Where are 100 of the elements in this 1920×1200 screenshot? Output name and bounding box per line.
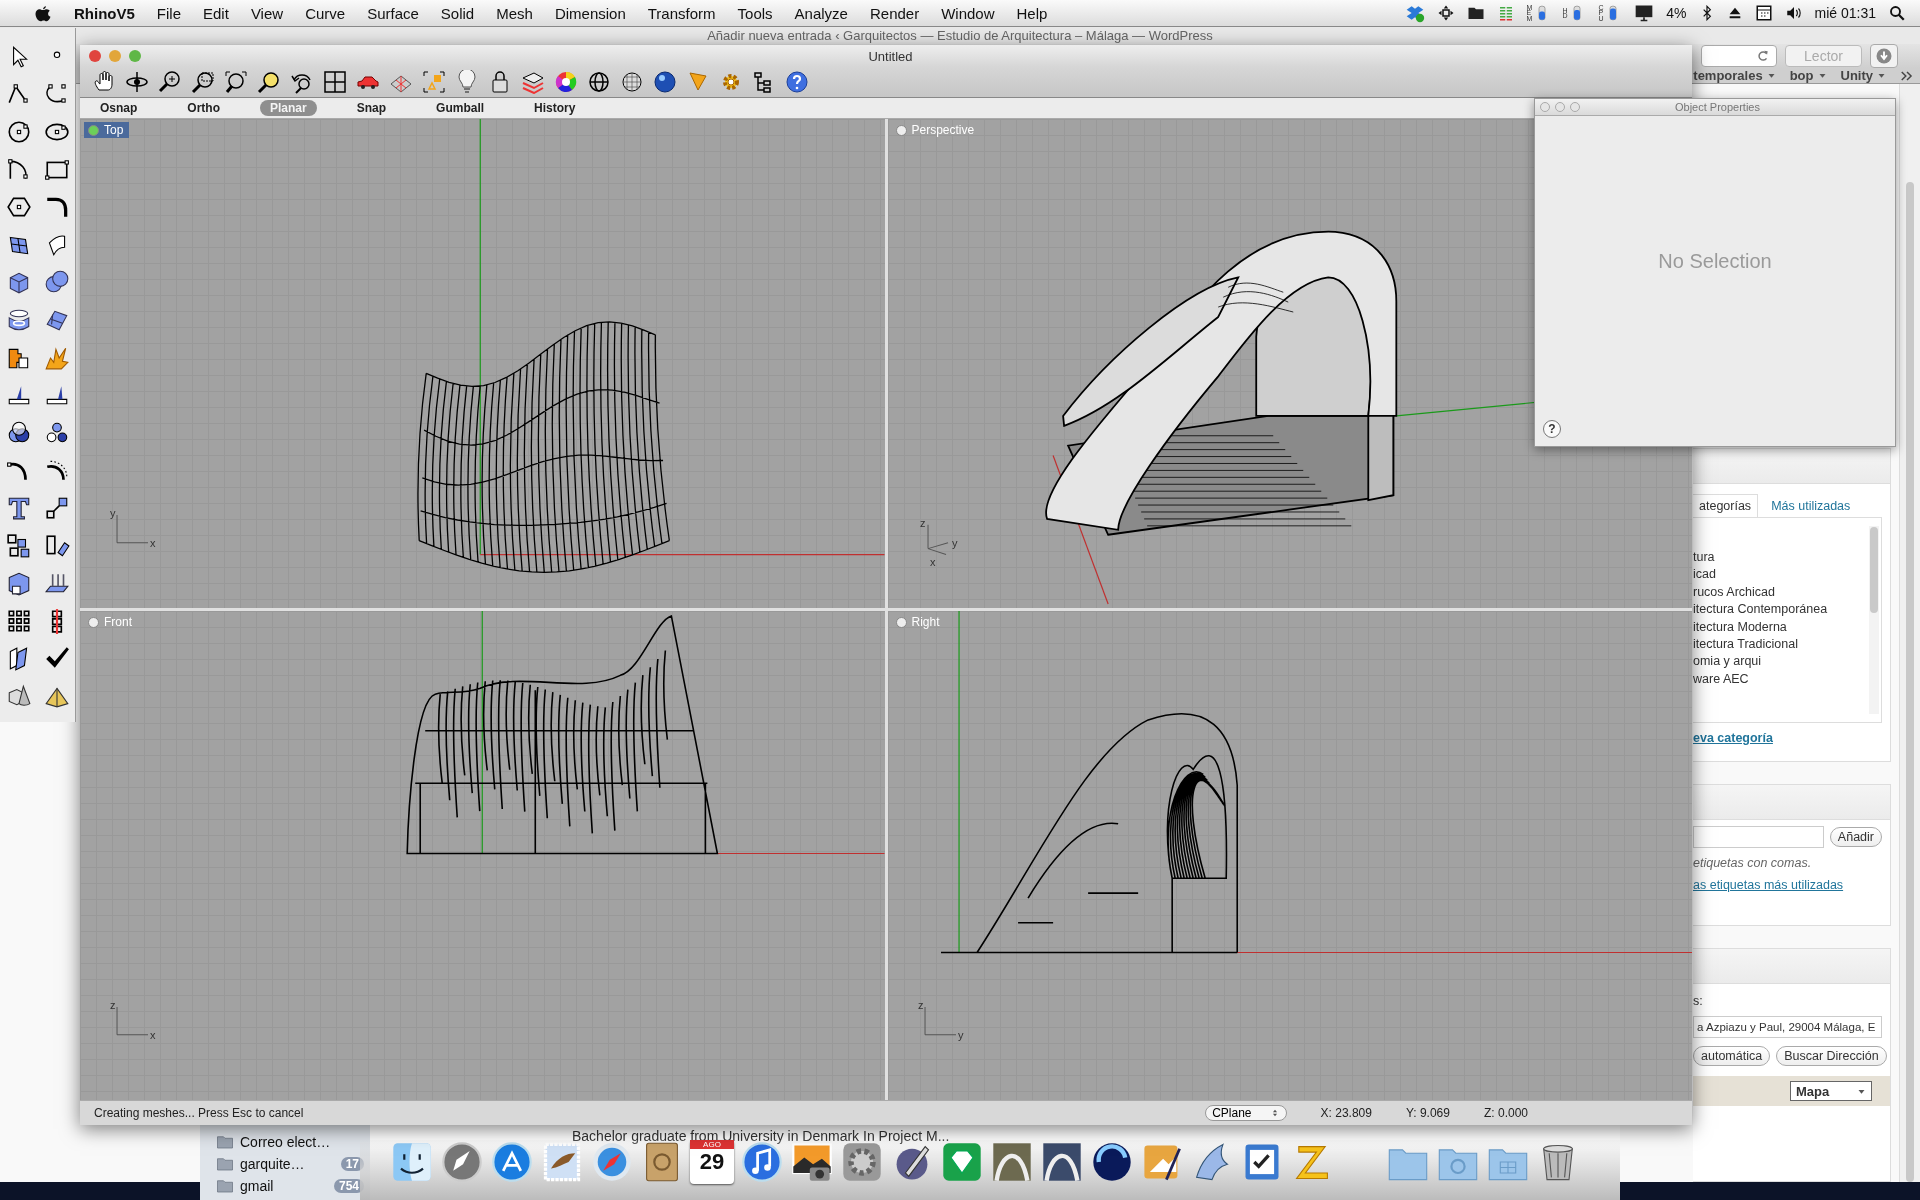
zoom-icon[interactable]	[158, 70, 182, 94]
shapes-icon[interactable]	[422, 70, 446, 94]
menu-item[interactable]: Analyze	[794, 4, 848, 22]
viewport[interactable]: Front z x	[80, 611, 885, 1100]
box-icon[interactable]	[1404, 3, 1425, 23]
light-bulb-icon[interactable]	[455, 70, 479, 94]
category-item[interactable]: tura	[1693, 550, 1869, 564]
menu-item[interactable]: Curve	[305, 4, 346, 22]
menu-item[interactable]: Help	[1016, 4, 1048, 22]
menu-item[interactable]: Tools	[737, 4, 773, 22]
arch-icon[interactable]	[990, 1140, 1034, 1184]
panel-title: Object Properties	[1674, 101, 1761, 113]
color-wheel-icon[interactable]	[554, 70, 578, 94]
menu-item[interactable]: Surface	[367, 4, 419, 22]
help-icon[interactable]	[785, 70, 809, 94]
menu-item[interactable]: Window	[941, 4, 995, 22]
address-field[interactable]: a Azpiazu y Paul, 29004 Málaga, E	[1693, 1016, 1882, 1038]
category-item[interactable]: rucos Archicad	[1693, 584, 1869, 599]
display-icon[interactable]	[1634, 3, 1655, 23]
zoom-window-icon[interactable]	[191, 70, 215, 94]
mode-toggle[interactable]: Snap	[346, 100, 397, 116]
category-tab[interactable]: ategorías	[1693, 494, 1759, 518]
help-button[interactable]: ?	[1543, 420, 1561, 438]
squares-icon[interactable]	[6, 532, 32, 559]
sidebar-item[interactable]: garquite…	[240, 1156, 305, 1172]
grid-array-icon[interactable]	[6, 607, 32, 634]
circle-icon[interactable]	[6, 119, 32, 145]
scrollbar-thumb[interactable]	[1870, 527, 1878, 613]
apple-icon[interactable]	[34, 4, 52, 22]
add-tag-button[interactable]: Añadir	[1829, 827, 1882, 847]
location-button[interactable]: Buscar Dirección	[1776, 1046, 1887, 1066]
viewport[interactable]: Top y x	[80, 119, 885, 608]
zoom-selected-icon[interactable]	[257, 70, 281, 94]
rotate-box-icon[interactable]	[44, 532, 70, 559]
clock[interactable]: mié 01:31	[1814, 5, 1876, 21]
photo-icon[interactable]	[790, 1140, 834, 1184]
menu-item[interactable]: Dimension	[554, 4, 626, 22]
search-icon[interactable]	[1888, 4, 1906, 22]
sidebar-item[interactable]: gmail	[240, 1178, 274, 1194]
move-arrows-icon[interactable]	[1436, 4, 1455, 22]
axis-label: y	[957, 1028, 964, 1041]
reload-icon[interactable]	[1756, 49, 1771, 63]
sphere-icon[interactable]	[1090, 1140, 1134, 1184]
category-item[interactable]: omia y arqui	[1693, 654, 1869, 669]
cube-cone-icon[interactable]	[6, 682, 32, 709]
app-store-icon[interactable]	[490, 1140, 534, 1184]
menu-item[interactable]: Transform	[647, 4, 716, 22]
menu-item[interactable]: Mesh	[496, 4, 533, 22]
location-button[interactable]: automática	[1693, 1046, 1771, 1066]
mesh-sphere-icon[interactable]	[620, 70, 644, 94]
viewport[interactable]: Right z y	[887, 611, 1692, 1100]
viewports-icon[interactable]	[323, 70, 347, 94]
menu-item[interactable]: File	[156, 4, 181, 22]
axis-label: z	[919, 516, 925, 529]
category-tab[interactable]: Más utilizadas	[1764, 494, 1858, 518]
category-item[interactable]: icad	[1693, 567, 1869, 582]
menu-item[interactable]: Edit	[203, 4, 229, 22]
category-item[interactable]: ware AEC	[1693, 671, 1869, 686]
orbit-icon[interactable]	[125, 70, 149, 94]
viewport-tab[interactable]: Top	[84, 122, 130, 138]
download-button[interactable]	[1870, 44, 1898, 68]
compass-icon[interactable]	[590, 1140, 634, 1184]
gem-icon[interactable]	[940, 1140, 984, 1184]
caret-icon	[1877, 71, 1886, 80]
mode-toggle[interactable]: Ortho	[177, 100, 230, 116]
wireframe-sphere-icon[interactable]	[587, 70, 611, 94]
calendar-icon[interactable]: AGO 29	[690, 1140, 734, 1184]
mode-toggle[interactable]: History	[524, 100, 586, 116]
sidebar-item[interactable]: Correo elect…	[240, 1134, 331, 1150]
bookmark-folder[interactable]: temporales	[1693, 68, 1776, 83]
cube-cutout-icon[interactable]	[6, 570, 32, 597]
app-menu[interactable]: RhinoV5	[74, 4, 135, 22]
arch-icon[interactable]	[1040, 1140, 1084, 1184]
calendar-app-icon[interactable]	[1754, 4, 1773, 22]
map-type-dropdown[interactable]: Mapa	[1790, 1081, 1872, 1101]
add-category-link[interactable]: eva categoría	[1693, 731, 1882, 745]
mode-toggle[interactable]: Gumball	[426, 100, 495, 116]
chevron-icon[interactable]	[1900, 68, 1914, 83]
bookmark-folder[interactable]: Unity	[1840, 68, 1886, 83]
popular-tags-link[interactable]: as etiquetas más utilizadas	[1693, 878, 1882, 892]
category-item[interactable]: itectura Tradicional	[1693, 636, 1869, 651]
tag-input-field[interactable]	[1693, 826, 1824, 848]
menu-item[interactable]: Solid	[440, 4, 475, 22]
menu-item[interactable]: View	[250, 4, 284, 22]
mode-toggle[interactable]: Osnap	[90, 100, 148, 116]
category-item[interactable]: itectura Contemporánea	[1693, 602, 1869, 617]
cplane-dropdown[interactable]: CPlane	[1205, 1105, 1287, 1121]
zoom-extents-icon[interactable]	[224, 70, 248, 94]
folder-icon	[216, 1133, 234, 1151]
address-field[interactable]	[1701, 45, 1778, 67]
close-button[interactable]	[89, 50, 101, 62]
category-item[interactable]: itectura Moderna	[1693, 619, 1869, 634]
hand-icon[interactable]	[92, 70, 116, 94]
scrollbar[interactable]	[1899, 84, 1920, 1182]
sphere-icon[interactable]	[653, 70, 677, 94]
bookmark-folder[interactable]: bop	[1789, 68, 1827, 83]
axis-label: x	[929, 556, 935, 569]
split-face-icon[interactable]	[390, 1140, 434, 1184]
menu-item[interactable]: Render	[869, 4, 920, 22]
layers-icon[interactable]	[521, 70, 545, 94]
